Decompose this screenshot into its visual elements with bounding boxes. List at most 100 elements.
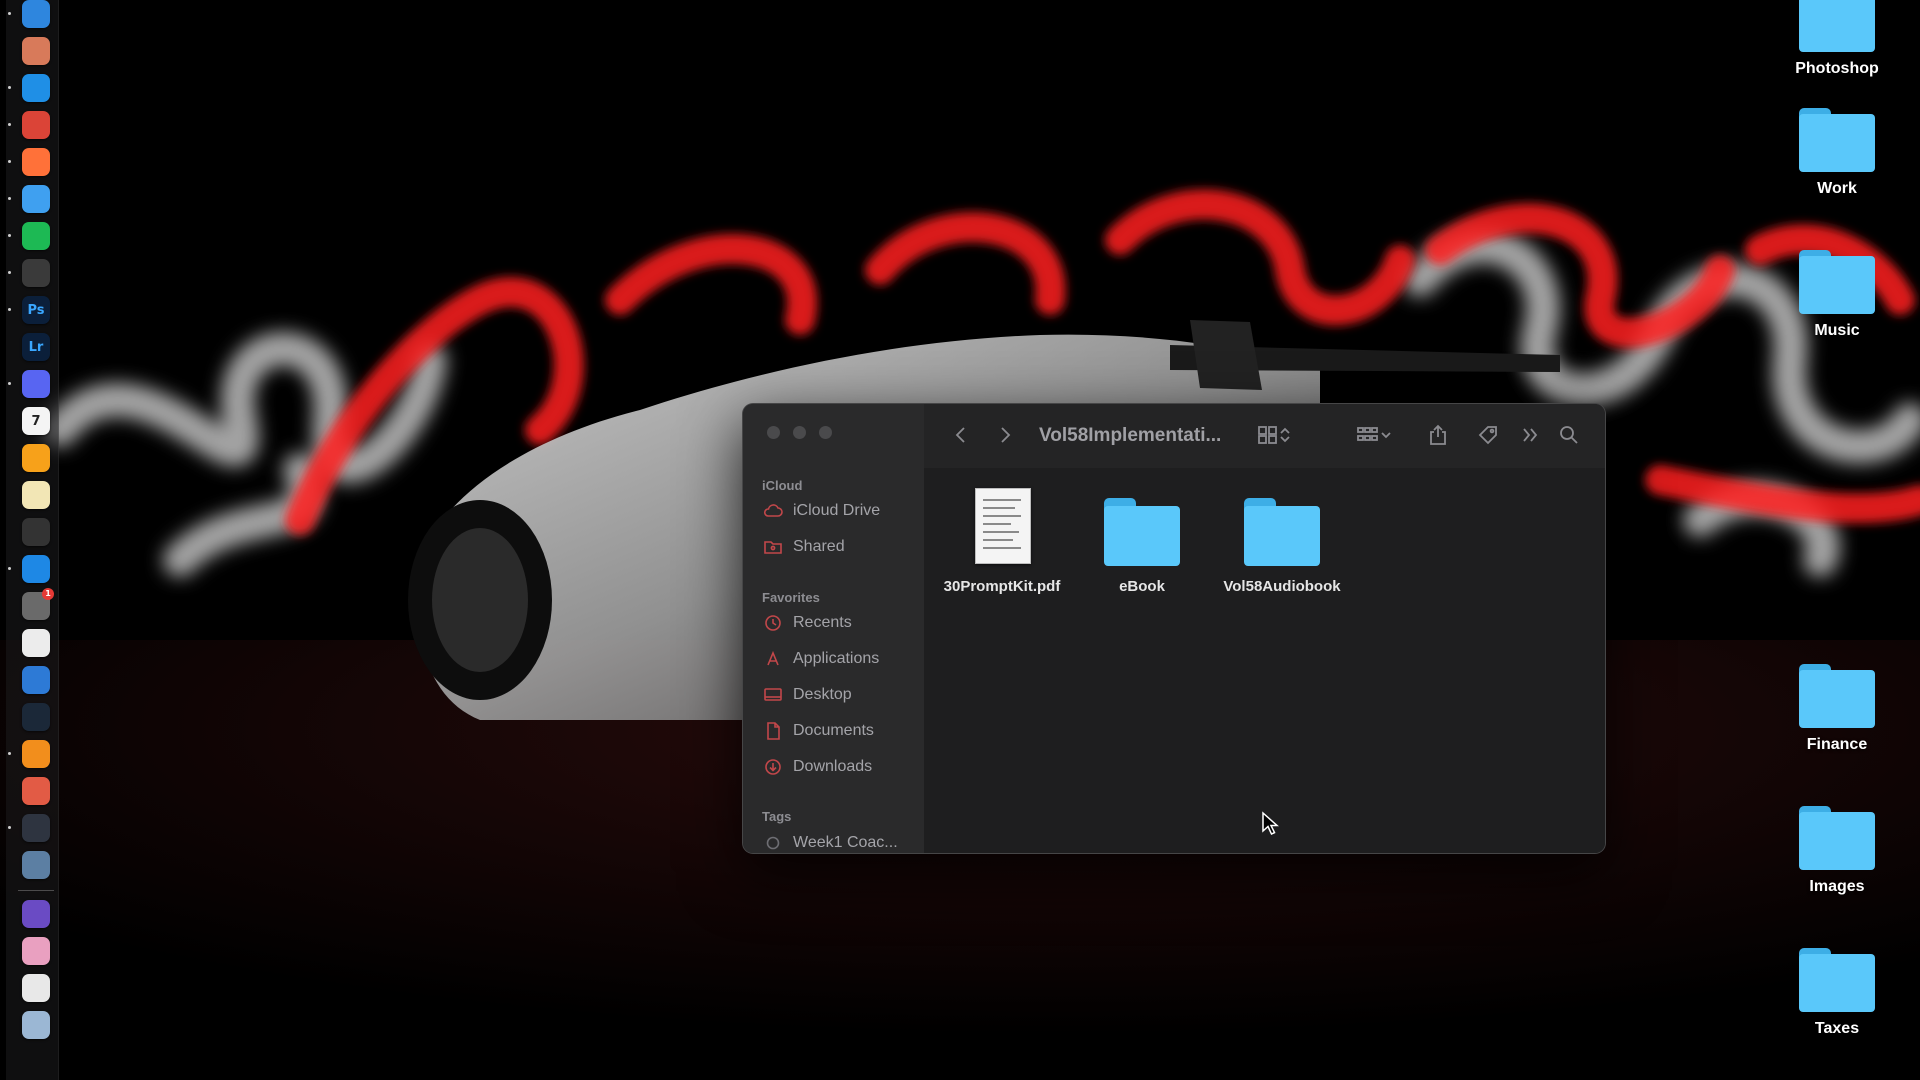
sidebar-section-tags: Tags [762, 809, 792, 824]
calendar-icon[interactable]: 7 [22, 407, 50, 435]
layers-icon[interactable] [22, 518, 50, 546]
sidebar-item-downloads[interactable]: Downloads [763, 755, 872, 779]
running-indicator [8, 382, 11, 385]
preview-icon[interactable] [22, 851, 50, 879]
view-mode-button[interactable] [1249, 424, 1299, 450]
zoom-window-button[interactable] [819, 426, 832, 439]
desktop-folder-label: Photoshop [1795, 60, 1879, 77]
imovie-icon[interactable] [22, 900, 50, 928]
file-name: 30PromptKit.pdf [943, 578, 1061, 595]
close-window-button[interactable] [767, 426, 780, 439]
quicktime-icon[interactable] [22, 666, 50, 694]
folder-icon [1799, 664, 1875, 728]
safari-icon[interactable] [22, 74, 50, 102]
firefox-icon[interactable] [22, 148, 50, 176]
desktop-folder-label: Taxes [1814, 1020, 1860, 1037]
sidebar-item-documents[interactable]: Documents [763, 719, 874, 743]
running-indicator [8, 567, 11, 570]
share-button[interactable] [1424, 424, 1452, 450]
mouse-pointer-icon [1261, 811, 1279, 842]
group-by-button[interactable] [1349, 424, 1399, 450]
steam-icon[interactable] [22, 703, 50, 731]
app-store-icon[interactable] [22, 555, 50, 583]
tags-button[interactable] [1474, 424, 1502, 450]
cloud-icon [763, 501, 783, 521]
sidebar-item-desktop[interactable]: Desktop [763, 683, 852, 707]
photos-icon[interactable] [22, 937, 50, 965]
sidebar-item-icloud-drive[interactable]: iCloud Drive [763, 499, 880, 523]
more-toolbar-button[interactable] [1517, 424, 1543, 450]
sidebar-section-icloud: iCloud [762, 478, 803, 493]
clock-icon [763, 613, 783, 633]
chatgpt-icon[interactable] [22, 259, 50, 287]
running-indicator [8, 160, 11, 163]
file-item-pdf[interactable]: 30PromptKit.pdf [932, 488, 1072, 595]
pages-icon[interactable] [22, 444, 50, 472]
lightroom-icon[interactable]: Lr [22, 333, 50, 361]
desktop-folder[interactable]: Work [1777, 108, 1897, 198]
tag-icon [1477, 424, 1499, 451]
time-machine-icon[interactable] [22, 814, 50, 842]
sidebar-item-label: Shared [793, 538, 845, 555]
back-button[interactable] [948, 424, 974, 450]
file-browser-content[interactable]: 30PromptKit.pdf eBook Vol58Audiobook [924, 468, 1605, 853]
folder-icon [1799, 948, 1875, 1012]
finder-window[interactable]: iCloud iCloud Drive Shared Favorites Rec… [742, 403, 1606, 854]
chevron-right-icon [998, 425, 1012, 450]
notification-badge: 1 [42, 588, 54, 600]
file-item-folder[interactable]: Vol58Audiobook [1212, 488, 1352, 595]
system-settings-icon[interactable]: 1 [22, 588, 54, 620]
forward-button[interactable] [992, 424, 1018, 450]
file-name: eBook [1119, 578, 1165, 595]
running-indicator [8, 234, 11, 237]
photoshop-icon[interactable]: Ps [22, 296, 50, 324]
desktop-folder[interactable]: Music [1777, 250, 1897, 340]
discord-icon[interactable] [22, 370, 50, 398]
sidebar-item-label: Recents [793, 614, 852, 631]
dock: Ps Lr 7 1 [6, 0, 59, 1080]
spotify-icon[interactable] [22, 222, 50, 250]
chevron-down-icon [1380, 425, 1392, 450]
window-title: Vol58Implementati... [1039, 425, 1222, 446]
document-icon[interactable] [22, 974, 50, 1002]
running-indicator [8, 752, 11, 755]
running-indicator [8, 271, 11, 274]
finder-icon[interactable] [22, 0, 50, 28]
desktop-folder-label: Images [1809, 878, 1865, 895]
running-indicator [8, 308, 11, 311]
dock-icon-glyph: Ps [27, 302, 45, 318]
share-icon [1429, 424, 1447, 451]
chrome-icon[interactable] [22, 111, 50, 139]
dock-icon-glyph: 7 [31, 413, 41, 429]
search-button[interactable] [1555, 424, 1583, 450]
desktop-folder-label: Finance [1806, 736, 1868, 753]
desktop-folder[interactable]: Images [1777, 806, 1897, 896]
sidebar-item-label: Applications [793, 650, 880, 667]
notes-icon[interactable] [22, 481, 50, 509]
folder-icon [1799, 250, 1875, 314]
sidebar-item-label: Downloads [793, 758, 873, 775]
sidebar-item-applications[interactable]: Applications [763, 647, 879, 671]
claquette-icon[interactable] [22, 777, 50, 805]
launchpad-icon[interactable] [22, 37, 50, 65]
folder-icon [1799, 0, 1875, 52]
desktop-folder[interactable]: Photoshop [1777, 0, 1897, 78]
minimize-window-button[interactable] [793, 426, 806, 439]
textedit-icon[interactable] [22, 629, 50, 657]
desktop-folder[interactable]: Finance [1777, 664, 1897, 754]
group-grid-icon [1356, 425, 1380, 450]
dock-separator [18, 890, 54, 891]
downloads-stack-icon[interactable] [22, 1011, 50, 1039]
file-item-folder[interactable]: eBook [1072, 488, 1212, 595]
mail-icon[interactable] [22, 185, 50, 213]
desktop-folder[interactable]: Taxes [1777, 948, 1897, 1038]
sketch-icon[interactable] [22, 740, 50, 768]
chevron-left-icon [954, 425, 968, 450]
sidebar-item-shared[interactable]: Shared [763, 535, 845, 559]
finder-sidebar: iCloud iCloud Drive Shared Favorites Rec… [743, 404, 925, 853]
grid-view-icon [1257, 425, 1279, 450]
sidebar-item-recents[interactable]: Recents [763, 611, 852, 635]
chevron-double-right-icon [1521, 426, 1539, 449]
sidebar-item-tag[interactable]: Week1 Coac... [763, 831, 898, 853]
sidebar-item-label: Desktop [793, 686, 852, 703]
